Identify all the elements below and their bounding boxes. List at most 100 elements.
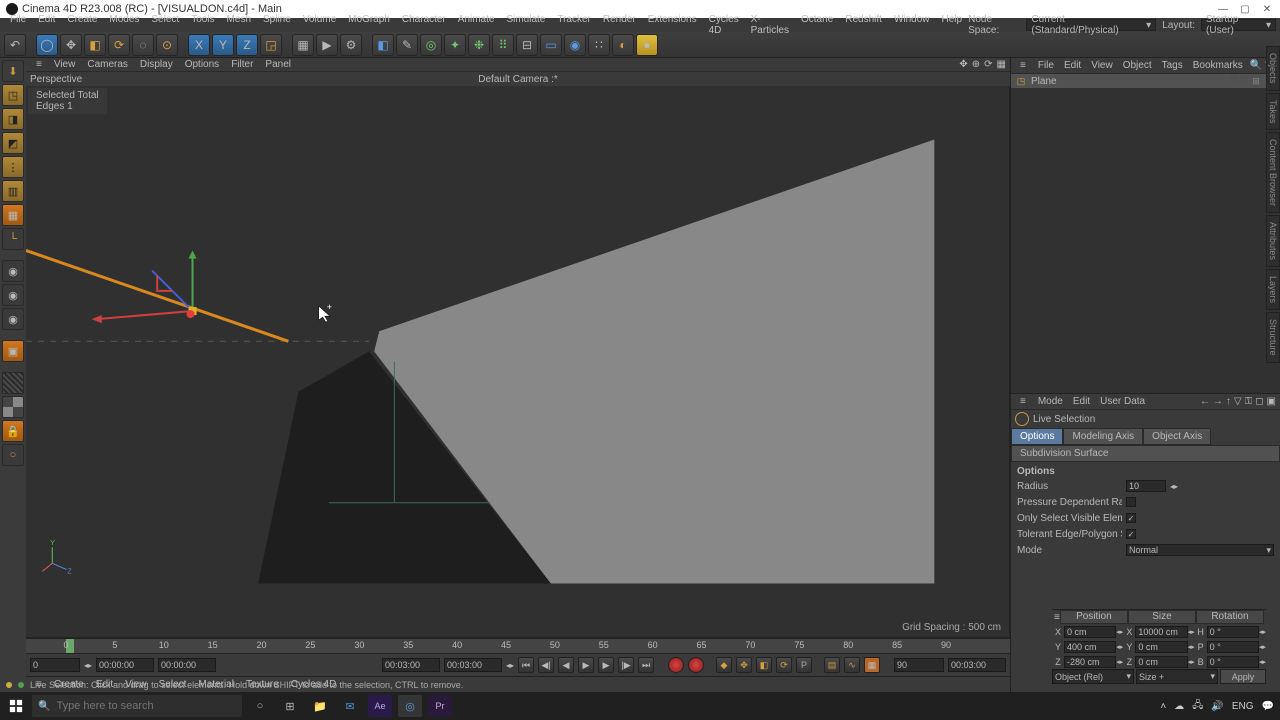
tray-network-icon[interactable]: 🖧	[1192, 698, 1203, 715]
tab-subdivision-surface[interactable]: Subdivision Surface	[1011, 445, 1280, 462]
timeline-dopesheet-button[interactable]: ▤	[824, 657, 840, 673]
menu-simulate[interactable]: Simulate	[500, 14, 551, 36]
next-frame-button[interactable]: ▶	[598, 657, 614, 673]
key-rot-button[interactable]: ⟳	[776, 657, 792, 673]
x-axis-toggle[interactable]: X	[188, 34, 210, 56]
rot-x[interactable]: 0 °	[1207, 626, 1259, 638]
tolerant-checkbox[interactable]	[1126, 529, 1136, 539]
side-tab-content-browser[interactable]: Content Browser	[1266, 132, 1280, 213]
obj-menu-object[interactable]: Object	[1118, 60, 1157, 71]
pos-x[interactable]: 0 cm	[1064, 626, 1116, 638]
viewport-3d[interactable]: + Y Z Selected Total Edges 1 Grid Spacin…	[26, 86, 1010, 637]
tab-object-axis[interactable]: Object Axis	[1143, 428, 1211, 445]
locked-workplane-button[interactable]: 🔒	[2, 420, 24, 442]
layout-dropdown[interactable]: Startup (User)▾	[1201, 19, 1276, 31]
z-axis-toggle[interactable]: Z	[236, 34, 258, 56]
vp-orbit-icon[interactable]: ⟳	[984, 59, 992, 70]
end-tc2-field[interactable]: 00:03:00	[444, 658, 502, 672]
attr-new-icon[interactable]: ◻	[1255, 396, 1263, 407]
add-scene-button[interactable]: ⊟	[516, 34, 538, 56]
menu-create[interactable]: Create	[61, 14, 103, 36]
obj-menu-edit[interactable]: Edit	[1059, 60, 1086, 71]
attr-menu-edit[interactable]: Edit	[1068, 396, 1095, 407]
vp-layout-icon[interactable]: ▦	[997, 59, 1006, 70]
pressure-checkbox[interactable]	[1126, 497, 1136, 507]
menu-cycles-4d[interactable]: Cycles 4D	[703, 14, 745, 36]
attr-back-icon[interactable]: ←	[1200, 396, 1210, 407]
rot-y[interactable]: 0 °	[1207, 641, 1259, 653]
workplane-button[interactable]	[2, 372, 24, 394]
rotate-tool[interactable]: ⟳	[108, 34, 130, 56]
menu-extensions[interactable]: Extensions	[642, 14, 703, 36]
menu-modes[interactable]: Modes	[103, 14, 145, 36]
attr-menu-mode[interactable]: Mode	[1033, 396, 1068, 407]
attr-max-icon[interactable]: ▣	[1267, 396, 1276, 407]
obj-hamburger-icon[interactable]: ≡	[1015, 60, 1031, 71]
menu-file[interactable]: File	[4, 14, 32, 36]
vp-hamburger-icon[interactable]: ≡	[30, 59, 48, 70]
only-visible-checkbox[interactable]	[1126, 513, 1136, 523]
menu-mograph[interactable]: MoGraph	[342, 14, 396, 36]
edges-mode-button[interactable]: ▥	[2, 180, 24, 202]
axis-mode-button[interactable]: └	[2, 228, 24, 250]
check-toggle-button[interactable]	[2, 396, 24, 418]
record-button[interactable]	[668, 657, 684, 673]
obj-menu-tags[interactable]: Tags	[1157, 60, 1188, 71]
taskview-icon[interactable]: ⊞	[278, 695, 302, 717]
viewport-camera-label[interactable]: Default Camera :*	[478, 74, 557, 85]
mail-icon[interactable]: ✉	[338, 695, 362, 717]
scale-tool[interactable]: ◧	[84, 34, 106, 56]
tray-lang-icon[interactable]: ENG	[1232, 701, 1254, 712]
menu-edit[interactable]: Edit	[32, 14, 61, 36]
attr-up-icon[interactable]: ↑	[1226, 396, 1231, 407]
live-selection-tool[interactable]: ◯	[36, 34, 58, 56]
attr-menu-user-data[interactable]: User Data	[1095, 396, 1150, 407]
menu-animate[interactable]: Animate	[452, 14, 501, 36]
size-y[interactable]: 0 cm	[1135, 641, 1187, 653]
cycles-button[interactable]: ◐	[612, 34, 634, 56]
attr-lock-icon[interactable]: ⚿	[1245, 396, 1253, 407]
menu-x-particles[interactable]: X-Particles	[745, 14, 795, 36]
system-tray[interactable]: ˄ ☁ 🖧 🔊 ENG 💬	[1160, 698, 1274, 715]
coord-apply-button[interactable]: Apply	[1220, 669, 1266, 684]
add-cube-button[interactable]: ◧	[372, 34, 394, 56]
tray-chevron-icon[interactable]: ˄	[1160, 701, 1166, 712]
add-generator-button[interactable]: ◎	[420, 34, 442, 56]
timeline-fcurve-button[interactable]: ∿	[844, 657, 860, 673]
vp-menu-cameras[interactable]: Cameras	[81, 59, 134, 70]
cinema4d-icon[interactable]: ◎	[398, 695, 422, 717]
nodespace-dropdown[interactable]: Current (Standard/Physical)▾	[1026, 19, 1156, 31]
explorer-icon[interactable]: 📁	[308, 695, 332, 717]
xpress-icon[interactable]: ⊞	[1250, 75, 1262, 87]
tray-volume-icon[interactable]: 🔊	[1211, 701, 1223, 712]
tab-modeling-axis[interactable]: Modeling Axis	[1063, 428, 1143, 445]
search-input[interactable]	[56, 700, 236, 712]
cortana-icon[interactable]: ○	[248, 695, 272, 717]
render-picture-viewer-button[interactable]: ▶	[316, 34, 338, 56]
vp-menu-display[interactable]: Display	[134, 59, 179, 70]
end-tc-field[interactable]: 00:03:00	[382, 658, 440, 672]
octane-button[interactable]: ●	[636, 34, 658, 56]
tab-options[interactable]: Options	[1011, 428, 1063, 445]
menu-character[interactable]: Character	[396, 14, 452, 36]
tray-notification-icon[interactable]: 💬	[1262, 701, 1274, 712]
side-tab-takes[interactable]: Takes	[1266, 93, 1280, 131]
render-settings-button[interactable]: ⚙	[340, 34, 362, 56]
polygons-mode-button[interactable]: ▦	[2, 204, 24, 226]
snap-button[interactable]: ▣	[2, 340, 24, 362]
vp-menu-filter[interactable]: Filter	[225, 59, 259, 70]
menu-redshift[interactable]: Redshift	[839, 14, 888, 36]
mode-select[interactable]: Normal▾	[1126, 544, 1274, 556]
menu-select[interactable]: Select	[145, 14, 185, 36]
make-editable-button[interactable]: ⬇	[2, 60, 24, 82]
planar-workplane-button[interactable]: ○	[2, 444, 24, 466]
model-mode-button[interactable]: ◳	[2, 84, 24, 106]
obj-menu-bookmarks[interactable]: Bookmarks	[1188, 60, 1248, 71]
coord-sizemode-select[interactable]: Size +▾	[1136, 669, 1218, 684]
move-tool[interactable]: ✥	[60, 34, 82, 56]
vp-menu-view[interactable]: View	[48, 59, 82, 70]
add-field-button[interactable]: ✦	[444, 34, 466, 56]
object-row-plane[interactable]: ◳ Plane ⊞ ✕	[1011, 74, 1280, 88]
add-camera-button[interactable]: ▭	[540, 34, 562, 56]
key-param-button[interactable]: P	[796, 657, 812, 673]
